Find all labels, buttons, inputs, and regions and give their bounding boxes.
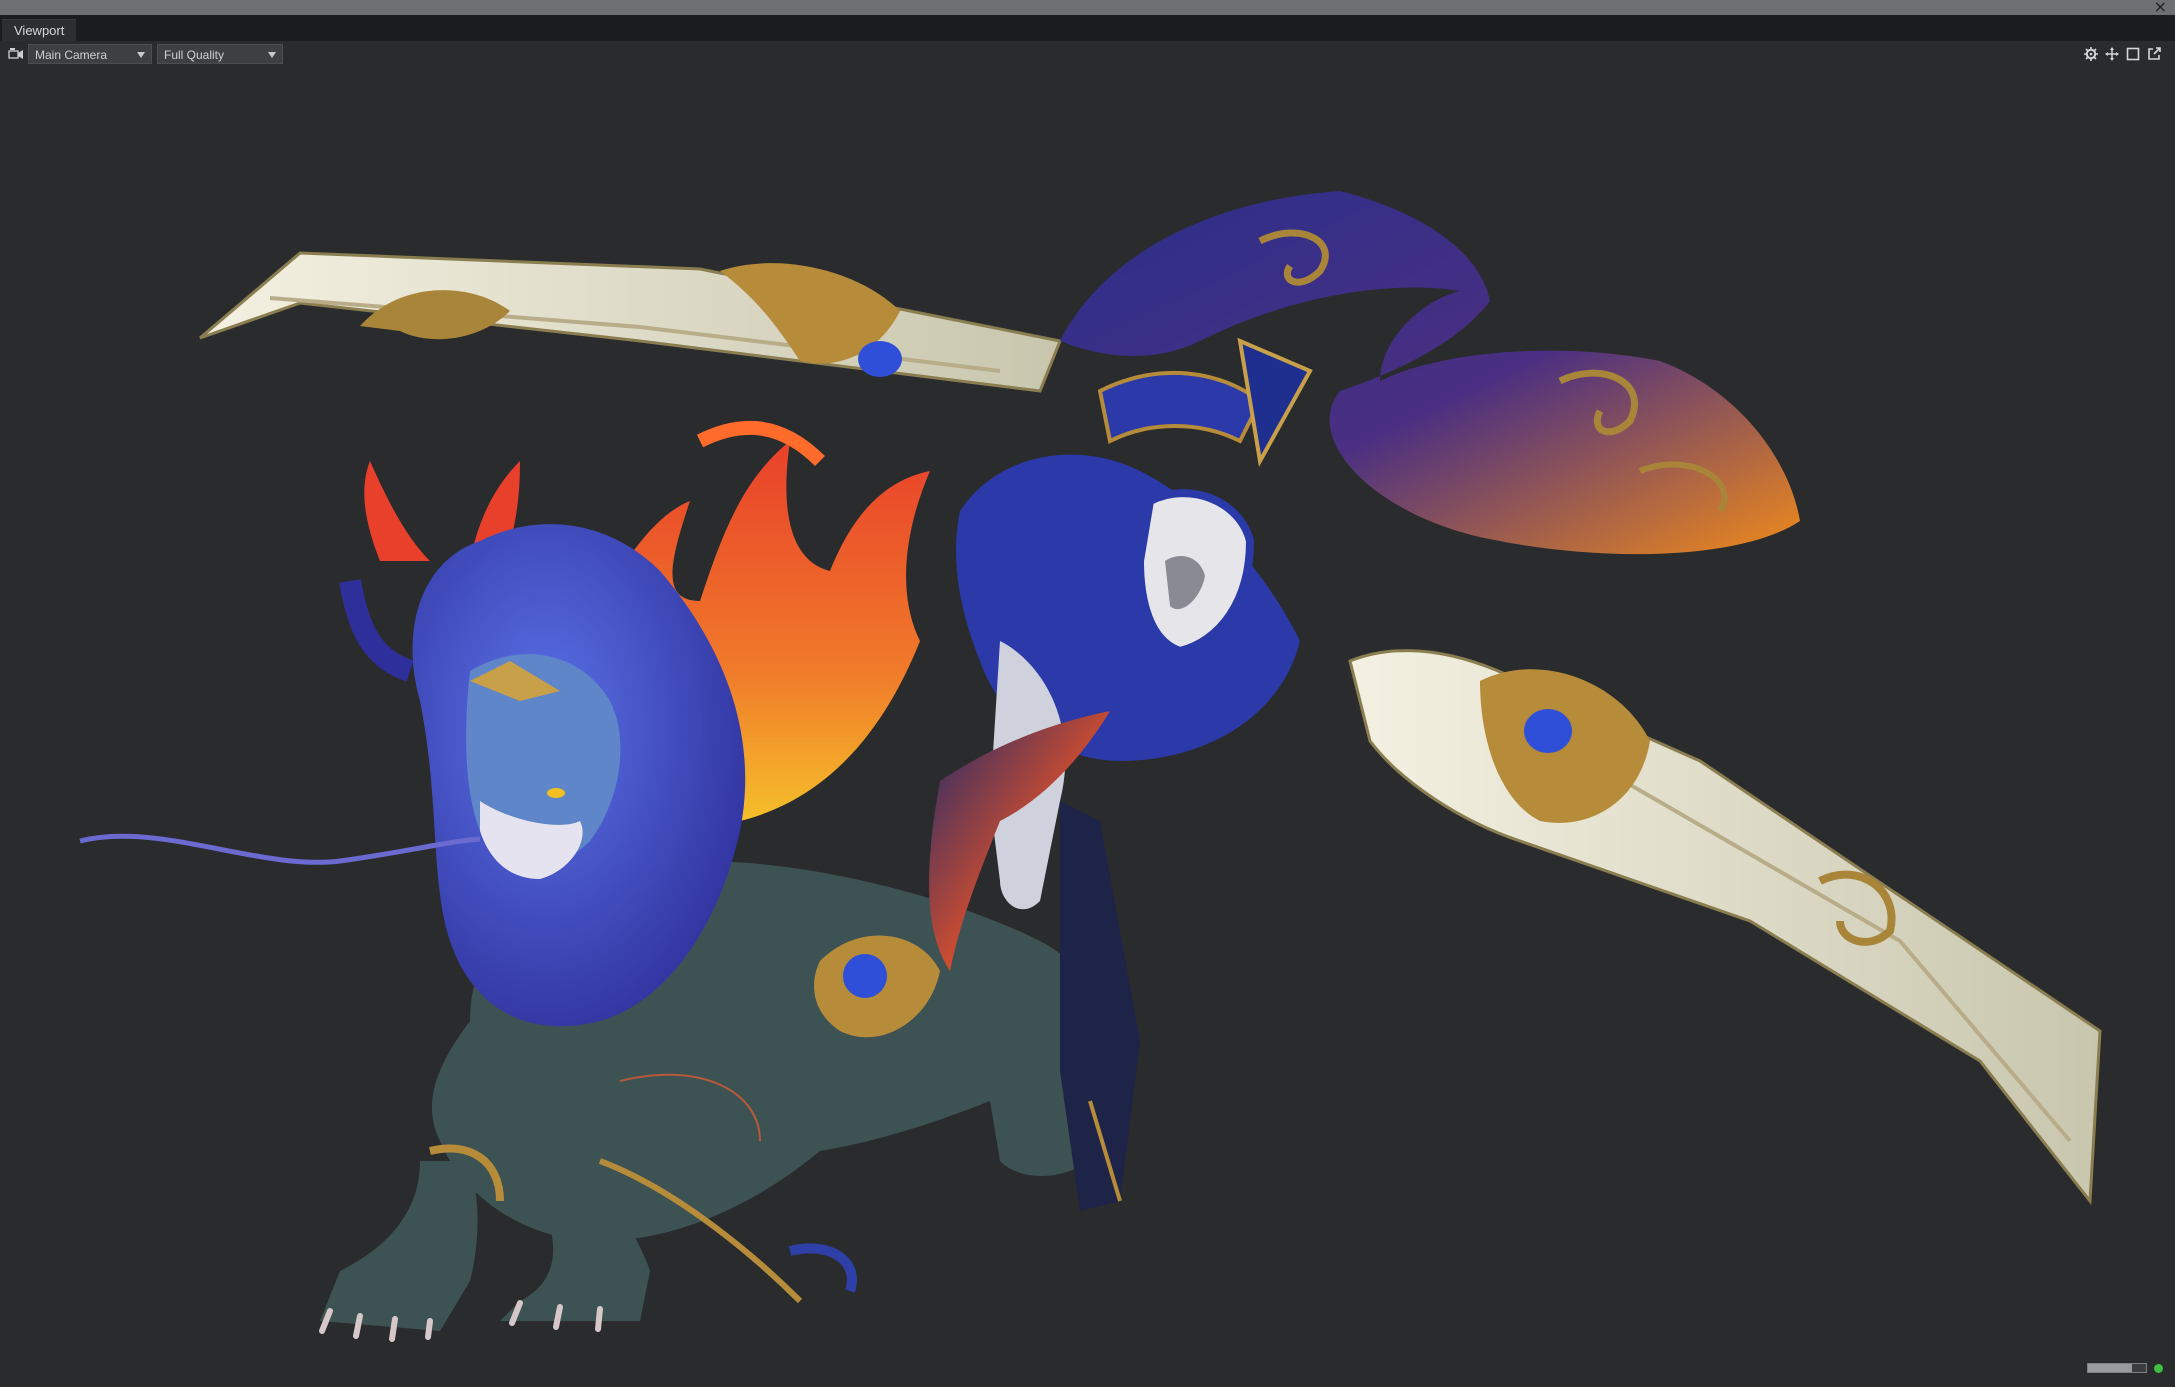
chevron-down-icon [268,52,276,58]
chevron-down-icon [137,52,145,58]
lower-blade [1348,649,2102,1206]
scene-render[interactable] [0,41,2175,1387]
popout-button[interactable] [2145,45,2163,63]
maximize-button[interactable] [2124,45,2142,63]
popout-icon [2148,47,2161,60]
render-progress-fill [2088,1364,2132,1372]
settings-button[interactable] [2082,45,2100,63]
camera-select[interactable]: Main Camera [28,44,152,64]
camera-select-value: Main Camera [35,48,108,62]
camera-icon[interactable] [8,48,24,60]
viewport-actions [2082,45,2163,63]
maximize-icon [2126,47,2140,61]
window-titlebar: × [0,0,2175,16]
tab-viewport[interactable]: Viewport [2,19,77,42]
quality-select-value: Full Quality [164,48,225,62]
tab-bar: Viewport [0,15,2175,42]
render-progress-bar [2087,1363,2147,1373]
status-indicator [2154,1364,2163,1373]
move-icon [2105,47,2119,61]
viewport[interactable]: Main Camera Full Quality [0,41,2175,1387]
upper-blade [199,251,1063,393]
gear-icon [2084,47,2098,61]
viewport-toolbar: Main Camera Full Quality [0,41,2175,67]
move-button[interactable] [2103,45,2121,63]
close-button[interactable]: × [2154,0,2167,16]
quality-select[interactable]: Full Quality [157,44,283,64]
